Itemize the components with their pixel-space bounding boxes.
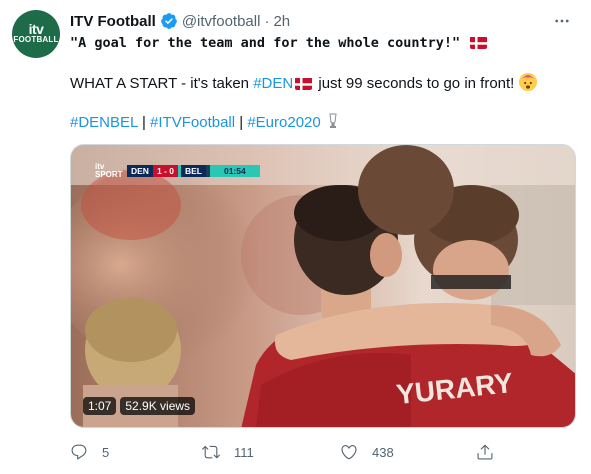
heart-icon (341, 445, 357, 460)
video-duration-badge: 1:07 (83, 397, 117, 415)
reply-count: 5 (102, 444, 110, 460)
quote-text: "A goal for the team and for the whole c… (70, 35, 461, 51)
tweet-hashtags: #DENBEL | #ITVFootball | #Euro2020 (70, 113, 577, 133)
denmark-flag-icon (295, 77, 313, 90)
hashtag-euro2020-link[interactable]: #Euro2020 (247, 114, 320, 131)
scoreboard-overlay: itv SPORT DEN 1 - 0 BEL 01:54 (95, 163, 260, 179)
tweet-header: ITV Football @itvfootball · 2h (70, 11, 579, 31)
tweet-body: WHAT A START - it's taken #DEN just 99 s… (70, 73, 577, 94)
team-away-label: BEL (177, 165, 206, 177)
team-home-label: DEN (127, 165, 153, 177)
account-handle[interactable]: @itvfootball (182, 13, 261, 30)
avatar-logo-itv: itv (28, 21, 44, 37)
retweet-button[interactable]: 111 (202, 443, 254, 461)
body-text-end: just 99 seconds to go in front! (314, 75, 515, 92)
match-clock: 01:54 (209, 165, 260, 177)
body-text-start: WHAT A START - it's taken (70, 75, 254, 92)
share-button[interactable] (476, 443, 508, 461)
tweet-actions-bar: 5 111 438 (70, 442, 500, 462)
shirt-name-text-glyphs: YURARY (395, 367, 515, 410)
video-stats: 1:07 52.9K views (83, 397, 196, 415)
hashtag-denbel-link[interactable]: #DENBEL (70, 114, 138, 131)
separator-dot: · (264, 12, 270, 30)
tweet-quote: "A goal for the team and for the whole c… (70, 33, 577, 53)
retweet-count: 111 (234, 444, 254, 460)
reply-button[interactable]: 5 (70, 443, 109, 461)
denmark-flag-icon (470, 36, 488, 49)
hashtag-separator: | (235, 114, 248, 131)
reply-icon (71, 444, 87, 460)
exploding-head-emoji-icon (518, 73, 537, 91)
itv-sport-logo: itv SPORT (95, 163, 123, 179)
video-player[interactable]: itv SPORT DEN 1 - 0 BEL 01:54 YURARY 1:0… (70, 144, 576, 428)
shirt-name-text: YURARY (395, 367, 515, 410)
share-icon (477, 444, 493, 460)
hashtag-itvfootball-link[interactable]: #ITVFootball (150, 114, 235, 131)
more-options-button[interactable] (551, 11, 573, 31)
video-views-badge: 52.9K views (120, 397, 196, 415)
like-button[interactable]: 438 (340, 443, 394, 461)
retweet-icon (202, 445, 220, 459)
itv-sport-logo-sport: SPORT (95, 170, 123, 179)
verified-badge-icon (160, 13, 177, 29)
hashtag-den-link[interactable]: #DEN (253, 75, 293, 92)
tweet-timestamp[interactable]: 2h (273, 13, 290, 30)
more-icon (555, 19, 569, 23)
like-count: 438 (372, 444, 394, 460)
score-value: 1 - 0 (152, 165, 178, 177)
score-bar: DEN 1 - 0 BEL 01:54 (127, 165, 260, 177)
account-name[interactable]: ITV Football (70, 13, 156, 30)
hashtag-separator: | (137, 114, 151, 131)
avatar-logo-football: FOOTBALL (13, 35, 59, 44)
euro-trophy-icon (328, 113, 338, 129)
avatar[interactable]: itv FOOTBALL (12, 10, 60, 58)
